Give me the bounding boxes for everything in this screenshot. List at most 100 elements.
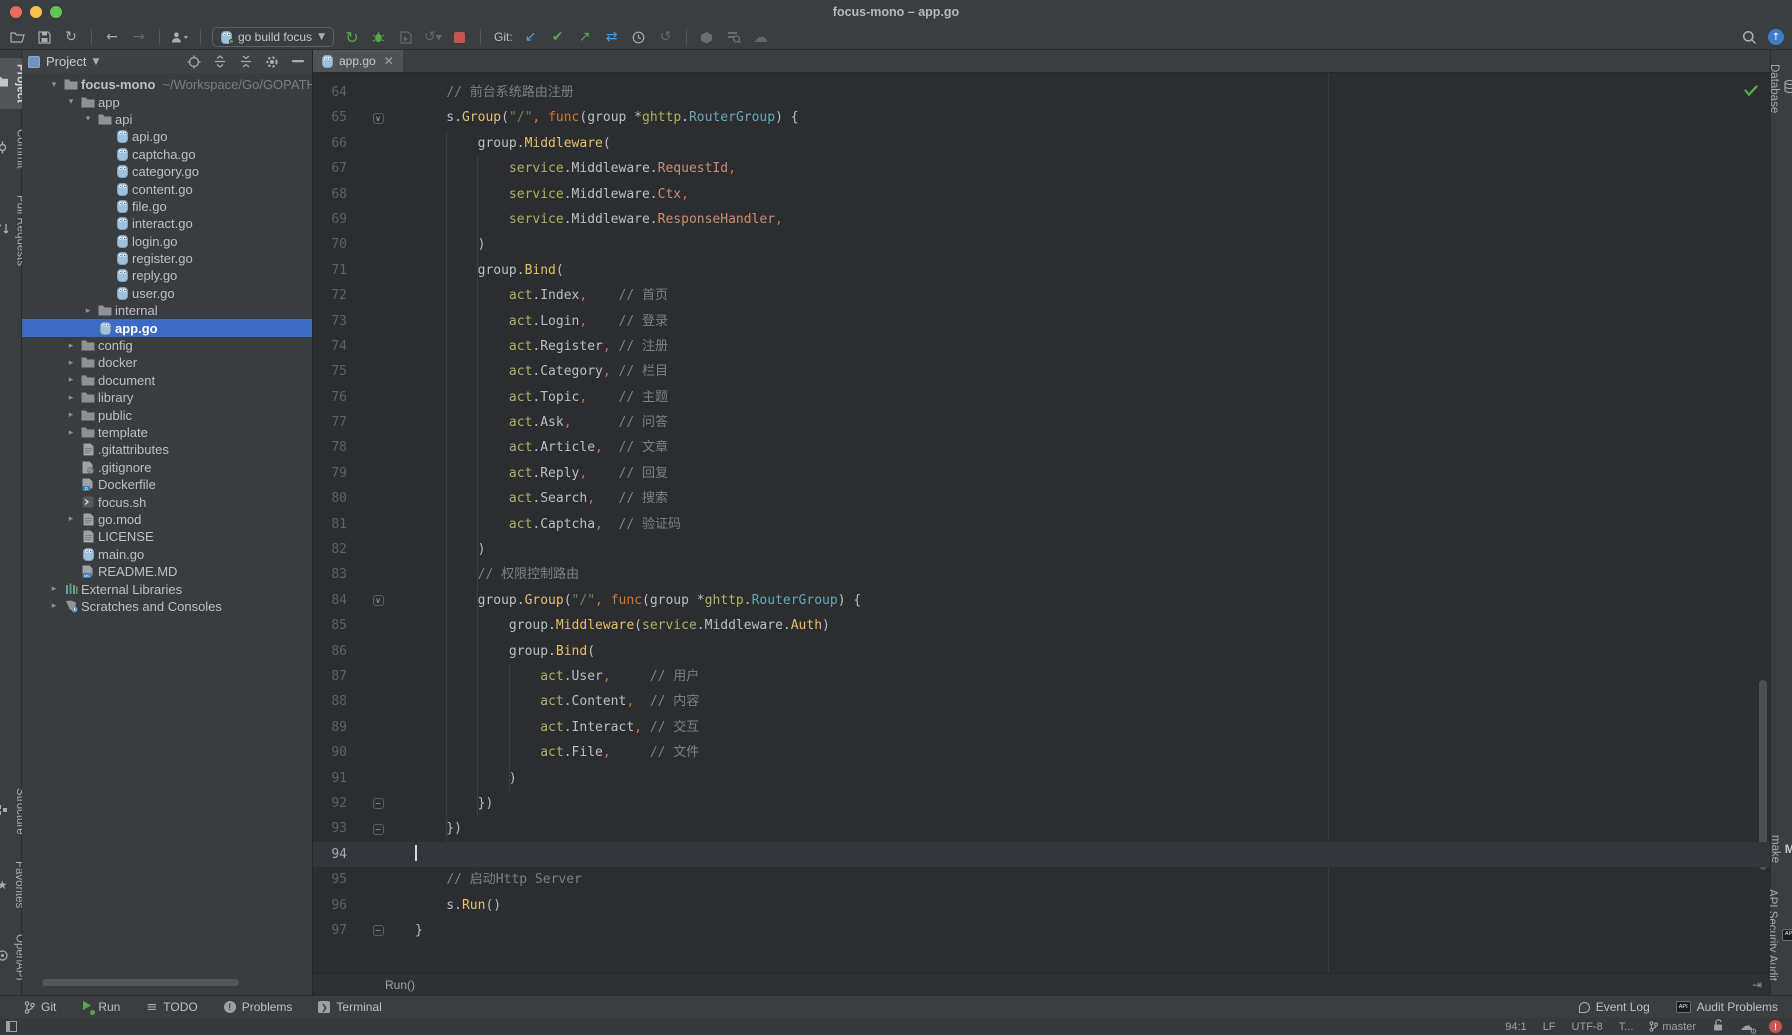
- chevron-right-icon[interactable]: ▸: [63, 358, 79, 368]
- chevron-right-icon[interactable]: ▸: [80, 306, 96, 316]
- tree-item-readme.md[interactable]: MDREADME.MD: [22, 563, 312, 580]
- code-line-76[interactable]: 76 act.Topic, // 主题: [313, 385, 1770, 410]
- forward-icon[interactable]: →: [130, 28, 148, 46]
- cloud-settings-icon[interactable]: ☁ ⚙: [1740, 1019, 1753, 1034]
- toolwindow-problems[interactable]: ! Problems: [224, 1000, 293, 1014]
- tree-item-app.go[interactable]: app.go: [22, 319, 312, 336]
- code-line-93[interactable]: 93− }): [313, 816, 1770, 841]
- ide-update-icon[interactable]: ↑: [1768, 29, 1784, 45]
- tree-item-license[interactable]: LICENSE: [22, 528, 312, 545]
- code-line-66[interactable]: 66 group.Middleware(: [313, 131, 1770, 156]
- tree-item-content.go[interactable]: content.go: [22, 180, 312, 197]
- toolwindow-layout-icon[interactable]: [6, 1021, 17, 1032]
- tree-item-internal[interactable]: ▸internal: [22, 302, 312, 319]
- save-icon[interactable]: [35, 28, 53, 46]
- git-branch-widget[interactable]: master: [1649, 1021, 1696, 1033]
- tree-item-config[interactable]: ▸config: [22, 337, 312, 354]
- tree-item-focus-mono[interactable]: ▾focus-mono~/Workspace/Go/GOPATH/src/git…: [22, 76, 312, 93]
- git-merge-icon[interactable]: ⇄: [603, 28, 621, 46]
- rollback-icon[interactable]: ↺: [657, 28, 675, 46]
- chevron-right-icon[interactable]: ▸: [46, 584, 62, 594]
- code-line-83[interactable]: 83 // 权限控制路由: [313, 562, 1770, 587]
- find-usages-icon[interactable]: [725, 28, 743, 46]
- tree-item-user.go[interactable]: user.go: [22, 285, 312, 302]
- toolwindow-run[interactable]: Run: [82, 1000, 120, 1014]
- code-line-68[interactable]: 68 service.Middleware.Ctx,: [313, 182, 1770, 207]
- chevron-right-icon[interactable]: ▸: [63, 428, 79, 438]
- code-line-71[interactable]: 71 group.Bind(: [313, 258, 1770, 283]
- expand-all-icon[interactable]: [212, 53, 228, 71]
- back-icon[interactable]: ←: [103, 28, 121, 46]
- profiler-icon[interactable]: ↺▼: [424, 28, 442, 46]
- user-dropdown-icon[interactable]: [171, 28, 189, 46]
- tree-item-dockerfile[interactable]: DDockerfile: [22, 476, 312, 493]
- tree-item-document[interactable]: ▸document: [22, 372, 312, 389]
- indent-indicator[interactable]: T...: [1619, 1021, 1634, 1033]
- fold-end-icon[interactable]: −: [373, 798, 384, 809]
- tree-item-register.go[interactable]: register.go: [22, 250, 312, 267]
- chevron-right-icon[interactable]: ▸: [63, 393, 79, 403]
- sidebar-item-make[interactable]: M make: [1767, 829, 1792, 869]
- chevron-down-icon[interactable]: ▾: [46, 80, 62, 90]
- code-line-92[interactable]: 92− }): [313, 791, 1770, 816]
- git-push-icon[interactable]: ↗: [576, 28, 594, 46]
- git-update-icon[interactable]: ↙: [522, 28, 540, 46]
- event-log-button[interactable]: Event Log: [1579, 1000, 1650, 1014]
- toolwindow-git[interactable]: Git: [24, 1000, 56, 1014]
- code-line-91[interactable]: 91 ): [313, 766, 1770, 791]
- search-icon[interactable]: [1740, 28, 1758, 46]
- tree-item-api.go[interactable]: api.go: [22, 128, 312, 145]
- sidebar-item-database[interactable]: Database: [1766, 58, 1792, 119]
- project-panel-title[interactable]: Project: [46, 54, 86, 69]
- code-line-81[interactable]: 81 act.Captcha, // 验证码: [313, 512, 1770, 537]
- code-line-89[interactable]: 89 act.Interact, // 交互: [313, 715, 1770, 740]
- sync-icon[interactable]: ↻: [62, 28, 80, 46]
- tree-item-library[interactable]: ▸library: [22, 389, 312, 406]
- code-line-96[interactable]: 96 s.Run(): [313, 893, 1770, 918]
- coverage-icon[interactable]: [397, 28, 415, 46]
- chevron-right-icon[interactable]: ▸: [46, 601, 62, 611]
- unlocked-icon[interactable]: [1712, 1019, 1724, 1034]
- open-project-icon[interactable]: [8, 28, 26, 46]
- locate-icon[interactable]: [186, 53, 202, 71]
- collapse-all-icon[interactable]: [238, 53, 254, 71]
- settings-gear-icon[interactable]: [264, 53, 280, 71]
- chevron-right-icon[interactable]: ▸: [63, 410, 79, 420]
- audit-problems-button[interactable]: API Audit Problems: [1676, 1000, 1778, 1014]
- close-icon[interactable]: ✕: [384, 54, 394, 68]
- scroll-right-icon[interactable]: ⇥: [1752, 978, 1770, 992]
- hexagon-icon[interactable]: [698, 28, 716, 46]
- code-line-82[interactable]: 82 ): [313, 537, 1770, 562]
- fold-open-icon[interactable]: ∨: [373, 113, 384, 124]
- code-line-94[interactable]: 94: [313, 842, 1770, 867]
- fold-end-icon[interactable]: −: [373, 925, 384, 936]
- chevron-right-icon[interactable]: ▸: [63, 341, 79, 351]
- line-ending-indicator[interactable]: LF: [1543, 1021, 1556, 1033]
- code-line-72[interactable]: 72 act.Index, // 首页: [313, 283, 1770, 308]
- fold-end-icon[interactable]: −: [373, 824, 384, 835]
- code-line-86[interactable]: 86 group.Bind(: [313, 639, 1770, 664]
- chevron-right-icon[interactable]: ▸: [63, 514, 79, 524]
- code-line-79[interactable]: 79 act.Reply, // 回复: [313, 461, 1770, 486]
- tree-item-captcha.go[interactable]: captcha.go: [22, 146, 312, 163]
- tree-item-focus.sh[interactable]: focus.sh: [22, 493, 312, 510]
- tree-item-go.mod[interactable]: ▸go.mod: [22, 511, 312, 528]
- git-commit-icon[interactable]: ✔: [549, 28, 567, 46]
- code-line-64[interactable]: 64 // 前台系统路由注册: [313, 80, 1770, 105]
- code-line-78[interactable]: 78 act.Article, // 文章: [313, 435, 1770, 460]
- code-line-65[interactable]: 65∨ s.Group("/", func(group *ghttp.Route…: [313, 105, 1770, 130]
- cloud-icon[interactable]: ☁: [752, 28, 770, 46]
- code-line-87[interactable]: 87 act.User, // 用户: [313, 664, 1770, 689]
- tree-item-file.go[interactable]: file.go: [22, 198, 312, 215]
- code-editor[interactable]: 64 // 前台系统路由注册65∨ s.Group("/", func(grou…: [313, 73, 1770, 973]
- tree-item-external-libraries[interactable]: ▸External Libraries: [22, 580, 312, 597]
- chevron-down-icon[interactable]: ▾: [63, 97, 79, 107]
- code-line-88[interactable]: 88 act.Content, // 内容: [313, 689, 1770, 714]
- chevron-down-icon[interactable]: ▾: [80, 114, 96, 124]
- code-line-67[interactable]: 67 service.Middleware.RequestId,: [313, 156, 1770, 181]
- tree-item-.gitignore[interactable]: .gitignore: [22, 459, 312, 476]
- caret-position[interactable]: 94:1: [1505, 1021, 1526, 1033]
- code-line-69[interactable]: 69 service.Middleware.ResponseHandler,: [313, 207, 1770, 232]
- run-configuration-select[interactable]: go build focus ▼: [212, 27, 334, 47]
- code-line-77[interactable]: 77 act.Ask, // 问答: [313, 410, 1770, 435]
